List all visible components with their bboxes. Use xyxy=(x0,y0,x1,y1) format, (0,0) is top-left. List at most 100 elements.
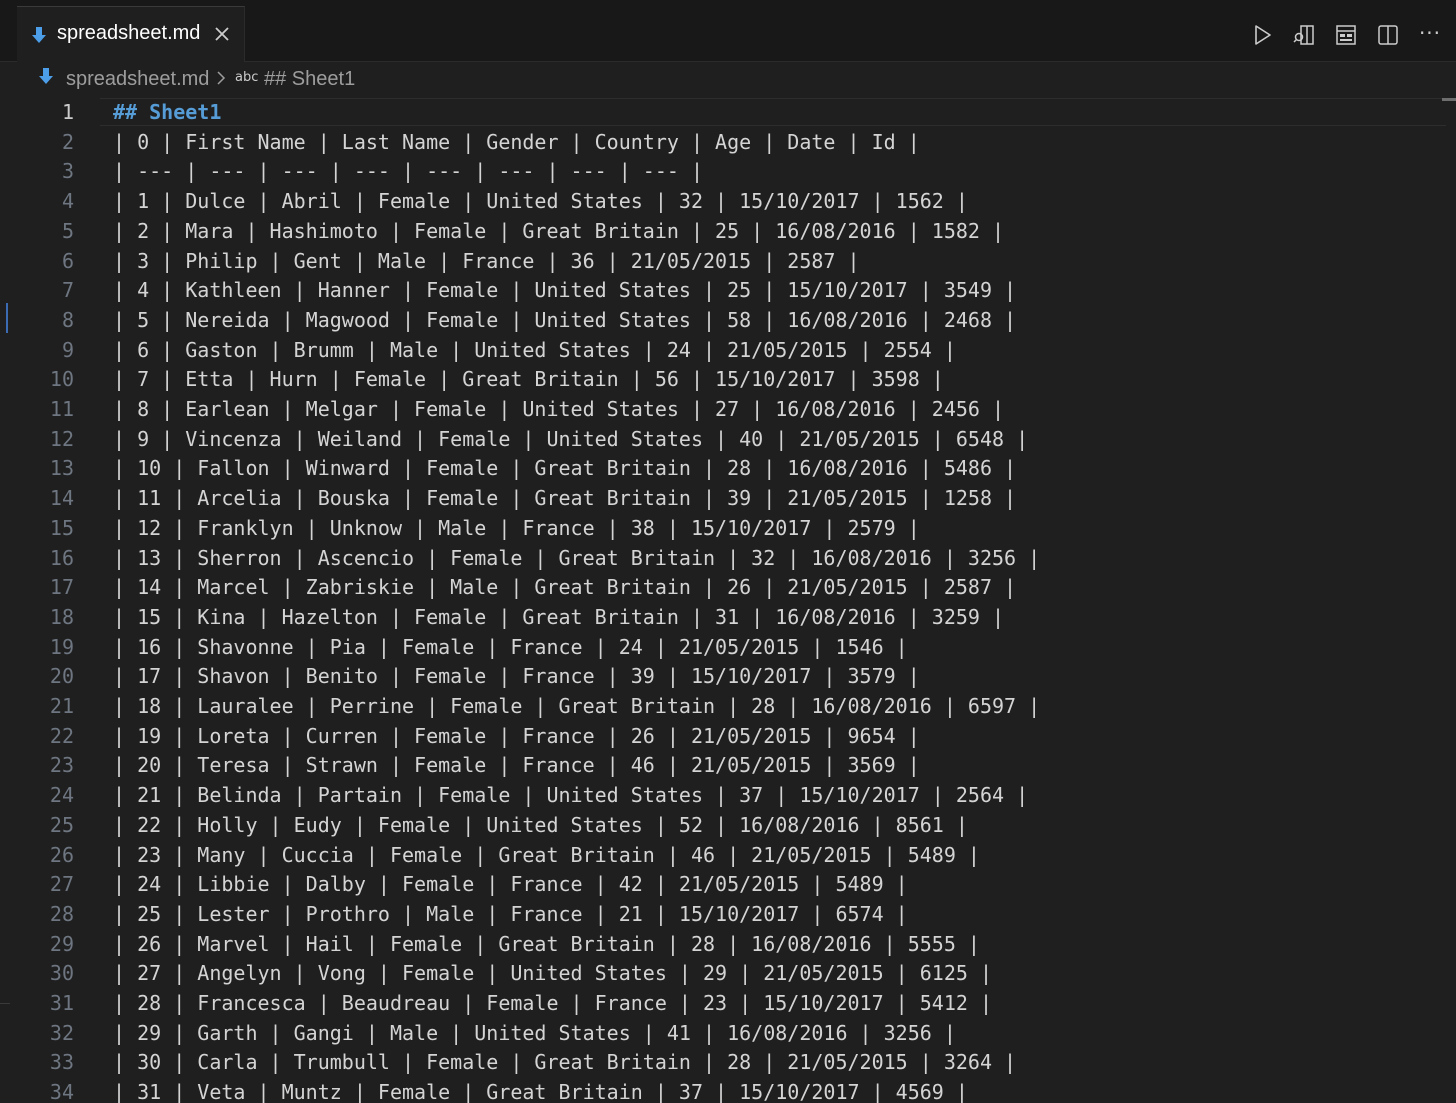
code-line[interactable]: 1 ## Sheet1 xyxy=(0,98,1456,128)
code-line[interactable]: 29 | 26 | Marvel | Hail | Female | Great … xyxy=(0,930,1456,960)
more-actions-icon[interactable]: ··· xyxy=(1418,23,1442,47)
line-number: 19 xyxy=(49,634,74,659)
breadcrumb: spreadsheet.md abc ## Sheet1 xyxy=(0,62,1456,98)
table-row-text: | 30 | Carla | Trumbull | Female | Great… xyxy=(113,1050,1017,1075)
table-row-text: | 12 | Franklyn | Unknow | Male | France… xyxy=(113,515,920,540)
code-line[interactable]: 20 | 17 | Shavon | Benito | Female | Fran… xyxy=(0,662,1456,692)
line-number: 18 xyxy=(49,604,74,629)
table-row-text: | 9 | Vincenza | Weiland | Female | Unit… xyxy=(113,426,1029,451)
code-editor[interactable]: 1 ## Sheet1 2 | 0 | First Name | Last Name … xyxy=(0,98,1456,1103)
table-row-text: | 4 | Kathleen | Hanner | Female | Unite… xyxy=(113,278,1017,303)
table-row-text: | 13 | Sherron | Ascencio | Female | Gre… xyxy=(113,545,1041,570)
code-line[interactable]: 2 | 0 | First Name | Last Name | Gender |… xyxy=(0,128,1456,158)
markdown-file-icon xyxy=(39,68,53,84)
line-number: 29 xyxy=(49,931,74,956)
markdown-file-icon xyxy=(32,27,46,43)
table-row-text: | 17 | Shavon | Benito | Female | France… xyxy=(113,664,920,689)
line-number: 23 xyxy=(49,753,74,778)
table-row-text: | --- | --- | --- | --- | --- | --- | --… xyxy=(113,159,704,184)
code-line[interactable]: 18 | 15 | Kina | Hazelton | Female | Grea… xyxy=(0,603,1456,633)
code-line[interactable]: 31 | 28 | Francesca | Beaudreau | Female … xyxy=(0,989,1456,1019)
line-number: 4 xyxy=(61,189,74,214)
code-line[interactable]: 24 | 21 | Belinda | Partain | Female | Un… xyxy=(0,781,1456,811)
table-row-text: | 7 | Etta | Hurn | Female | Great Brita… xyxy=(113,367,944,392)
line-number: 32 xyxy=(49,1020,74,1045)
code-line[interactable]: 10 | 7 | Etta | Hurn | Female | Great Bri… xyxy=(0,365,1456,395)
code-line[interactable]: 32 | 29 | Garth | Gangi | Male | United S… xyxy=(0,1019,1456,1049)
code-line[interactable]: 25 | 22 | Holly | Eudy | Female | United … xyxy=(0,811,1456,841)
code-line[interactable]: 23 | 20 | Teresa | Strawn | Female | Fran… xyxy=(0,751,1456,781)
line-number: 10 xyxy=(49,367,74,392)
code-line[interactable]: 17 | 14 | Marcel | Zabriskie | Male | Gre… xyxy=(0,573,1456,603)
line-number: 16 xyxy=(49,545,74,570)
code-line[interactable]: 21 | 18 | Lauralee | Perrine | Female | G… xyxy=(0,692,1456,722)
table-row-text: | 2 | Mara | Hashimoto | Female | Great … xyxy=(113,218,1005,243)
code-line[interactable]: 12 | 9 | Vincenza | Weiland | Female | Un… xyxy=(0,425,1456,455)
table-row-text: | 16 | Shavonne | Pia | Female | France … xyxy=(113,634,908,659)
code-line[interactable]: 11 | 8 | Earlean | Melgar | Female | Unit… xyxy=(0,395,1456,425)
table-row-text: | 15 | Kina | Hazelton | Female | Great … xyxy=(113,604,1005,629)
code-line[interactable]: 13 | 10 | Fallon | Winward | Female | Gre… xyxy=(0,454,1456,484)
table-row-text: | 5 | Nereida | Magwood | Female | Unite… xyxy=(113,307,1017,332)
open-preview-to-side-icon[interactable] xyxy=(1292,23,1316,47)
table-row-text: | 27 | Angelyn | Vong | Female | United … xyxy=(113,961,992,986)
line-number: 28 xyxy=(49,901,74,926)
breadcrumb-symbol[interactable]: ## Sheet1 xyxy=(264,68,355,91)
line-number: 21 xyxy=(49,694,74,718)
code-line[interactable]: 34 | 31 | Veta | Muntz | Female | Great B… xyxy=(0,1078,1456,1103)
code-line[interactable]: 30 | 27 | Angelyn | Vong | Female | Unite… xyxy=(0,959,1456,989)
code-line[interactable]: 26 | 23 | Many | Cuccia | Female | Great … xyxy=(0,841,1456,871)
line-number: 12 xyxy=(49,426,74,451)
code-line[interactable]: 9 | 6 | Gaston | Brumm | Male | United St… xyxy=(0,336,1456,366)
line-number: 22 xyxy=(49,723,74,748)
table-row-text: | 14 | Marcel | Zabriskie | Male | Great… xyxy=(113,575,1017,600)
string-symbol-icon: abc xyxy=(235,70,259,85)
split-editor-icon[interactable] xyxy=(1376,23,1400,47)
code-line[interactable]: 8 | 5 | Nereida | Magwood | Female | Unit… xyxy=(0,306,1456,336)
line-number: 30 xyxy=(49,961,74,986)
table-row-text: | 10 | Fallon | Winward | Female | Great… xyxy=(113,456,1017,481)
line-number: 11 xyxy=(49,397,74,421)
table-row-text: | 18 | Lauralee | Perrine | Female | Gre… xyxy=(113,694,1041,718)
table-row-text: | 26 | Marvel | Hail | Female | Great Br… xyxy=(113,931,980,956)
code-line[interactable]: 6 | 3 | Philip | Gent | Male | France | 3… xyxy=(0,247,1456,277)
code-line[interactable]: 33 | 30 | Carla | Trumbull | Female | Gre… xyxy=(0,1048,1456,1078)
line-number: 2 xyxy=(61,129,74,154)
table-row-text: | 6 | Gaston | Brumm | Male | United Sta… xyxy=(113,337,956,362)
line-number: 25 xyxy=(49,812,74,837)
line-number: 9 xyxy=(61,337,74,362)
markdown-heading: ## Sheet1 xyxy=(113,100,222,124)
code-line[interactable]: 3 | --- | --- | --- | --- | --- | --- | -… xyxy=(0,157,1456,187)
table-row-text: | 22 | Holly | Eudy | Female | United St… xyxy=(113,812,968,837)
line-number: 20 xyxy=(49,664,74,689)
close-icon[interactable] xyxy=(213,25,231,43)
table-row-text: | 21 | Belinda | Partain | Female | Unit… xyxy=(113,783,1029,808)
table-row-text: | 3 | Philip | Gent | Male | France | 36… xyxy=(113,248,860,273)
code-line[interactable]: 4 | 1 | Dulce | Abril | Female | United S… xyxy=(0,187,1456,217)
code-line[interactable]: 28 | 25 | Lester | Prothro | Male | Franc… xyxy=(0,900,1456,930)
line-number: 27 xyxy=(49,872,74,897)
code-line[interactable]: 16 | 13 | Sherron | Ascencio | Female | G… xyxy=(0,544,1456,574)
table-row-text: | 25 | Lester | Prothro | Male | France … xyxy=(113,901,908,926)
code-line[interactable]: 22 | 19 | Loreta | Curren | Female | Fran… xyxy=(0,722,1456,752)
line-number: 34 xyxy=(49,1080,74,1103)
code-line[interactable]: 15 | 12 | Franklyn | Unknow | Male | Fran… xyxy=(0,514,1456,544)
line-number: 14 xyxy=(49,486,74,511)
line-number: 13 xyxy=(49,456,74,481)
layout-icon[interactable] xyxy=(1334,23,1358,47)
tab-spreadsheet-md[interactable]: spreadsheet.md xyxy=(17,6,245,63)
breadcrumb-file[interactable]: spreadsheet.md xyxy=(66,68,209,91)
table-row-text: | 19 | Loreta | Curren | Female | France… xyxy=(113,723,920,748)
run-icon[interactable] xyxy=(1250,23,1274,47)
code-line[interactable]: 19 | 16 | Shavonne | Pia | Female | Franc… xyxy=(0,633,1456,663)
table-row-text: | 31 | Veta | Muntz | Female | Great Bri… xyxy=(113,1080,968,1103)
code-line[interactable]: 27 | 24 | Libbie | Dalby | Female | Franc… xyxy=(0,870,1456,900)
code-line[interactable]: 7 | 4 | Kathleen | Hanner | Female | Unit… xyxy=(0,276,1456,306)
tab-label: spreadsheet.md xyxy=(57,22,201,44)
code-line[interactable]: 14 | 11 | Arcelia | Bouska | Female | Gre… xyxy=(0,484,1456,514)
line-number: 5 xyxy=(61,218,74,243)
code-line[interactable]: 5 | 2 | Mara | Hashimoto | Female | Great… xyxy=(0,217,1456,247)
line-number: 26 xyxy=(49,842,74,867)
table-row-text: | 29 | Garth | Gangi | Male | United Sta… xyxy=(113,1020,956,1045)
table-row-text: | 24 | Libbie | Dalby | Female | France … xyxy=(113,872,908,897)
